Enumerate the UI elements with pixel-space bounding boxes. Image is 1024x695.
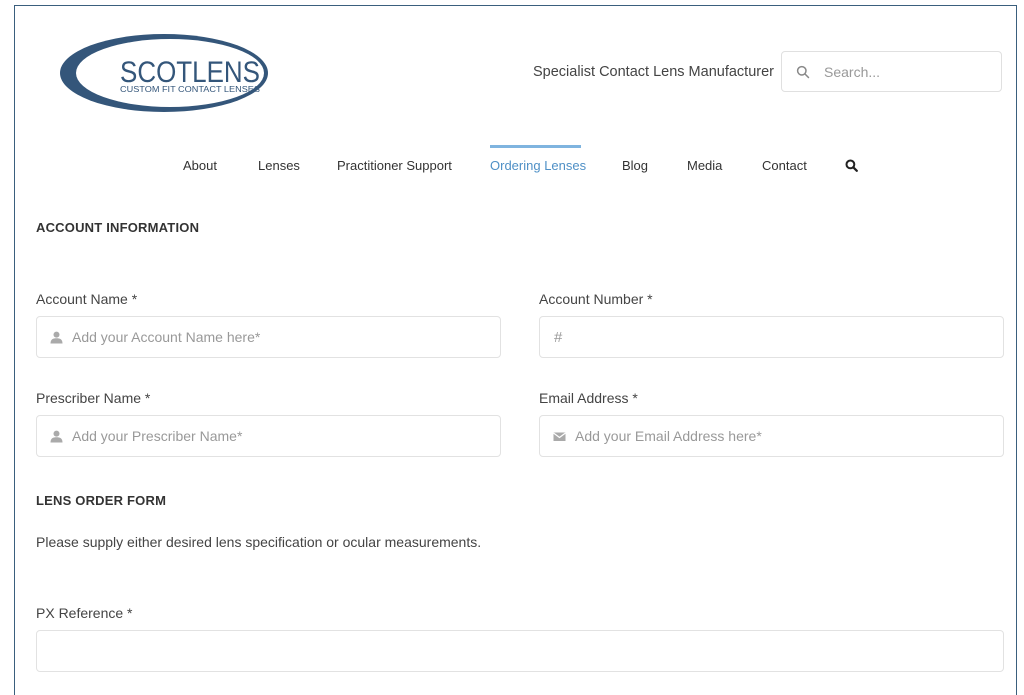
header-search[interactable] <box>781 51 1002 92</box>
nav-item-blog[interactable]: Blog <box>622 158 648 173</box>
search-icon[interactable] <box>845 159 858 172</box>
logo-sub-text: CUSTOM FIT CONTACT LENSES <box>120 85 260 94</box>
hash-prefix: # <box>554 328 563 346</box>
account-number-input[interactable] <box>571 329 952 345</box>
prescriber-name-label: Prescriber Name * <box>36 390 151 406</box>
nav-item-lenses[interactable]: Lenses <box>258 158 300 173</box>
nav-item-ordering-lenses[interactable]: Ordering Lenses <box>490 158 586 173</box>
nav-item-about[interactable]: About <box>183 158 217 173</box>
prescriber-name-field[interactable] <box>36 415 501 457</box>
user-icon <box>50 331 63 343</box>
nav-active-indicator <box>490 145 581 148</box>
envelope-icon <box>553 432 566 441</box>
email-address-label: Email Address * <box>539 390 638 406</box>
account-name-input[interactable] <box>72 329 452 345</box>
section-title-account: ACCOUNT INFORMATION <box>36 220 200 235</box>
lens-order-description: Please supply either desired lens specif… <box>36 534 482 550</box>
prescriber-name-input[interactable] <box>72 428 452 444</box>
section-title-lens-order: LENS ORDER FORM <box>36 493 167 508</box>
px-reference-input[interactable] <box>51 643 951 659</box>
search-icon <box>796 65 810 78</box>
nav-item-contact[interactable]: Contact <box>762 158 807 173</box>
account-number-field[interactable]: # <box>539 316 1004 358</box>
account-name-label: Account Name * <box>36 291 138 307</box>
account-number-label: Account Number * <box>539 291 653 307</box>
user-icon <box>50 430 63 442</box>
scotlens-logo[interactable]: SCOTLENS CUSTOM FIT CONTACT LENSES <box>55 30 273 116</box>
email-address-field[interactable] <box>539 415 1004 457</box>
main-nav: About Lenses Practitioner Support Orderi… <box>0 145 1024 185</box>
nav-item-media[interactable]: Media <box>687 158 722 173</box>
search-input[interactable] <box>824 63 984 80</box>
px-reference-field[interactable] <box>36 630 1004 672</box>
header-tagline: Specialist Contact Lens Manufacturer <box>533 64 774 80</box>
px-reference-label: PX Reference * <box>36 605 133 621</box>
nav-item-practitioner-support[interactable]: Practitioner Support <box>337 158 452 173</box>
email-address-input[interactable] <box>575 428 955 444</box>
account-name-field[interactable] <box>36 316 501 358</box>
